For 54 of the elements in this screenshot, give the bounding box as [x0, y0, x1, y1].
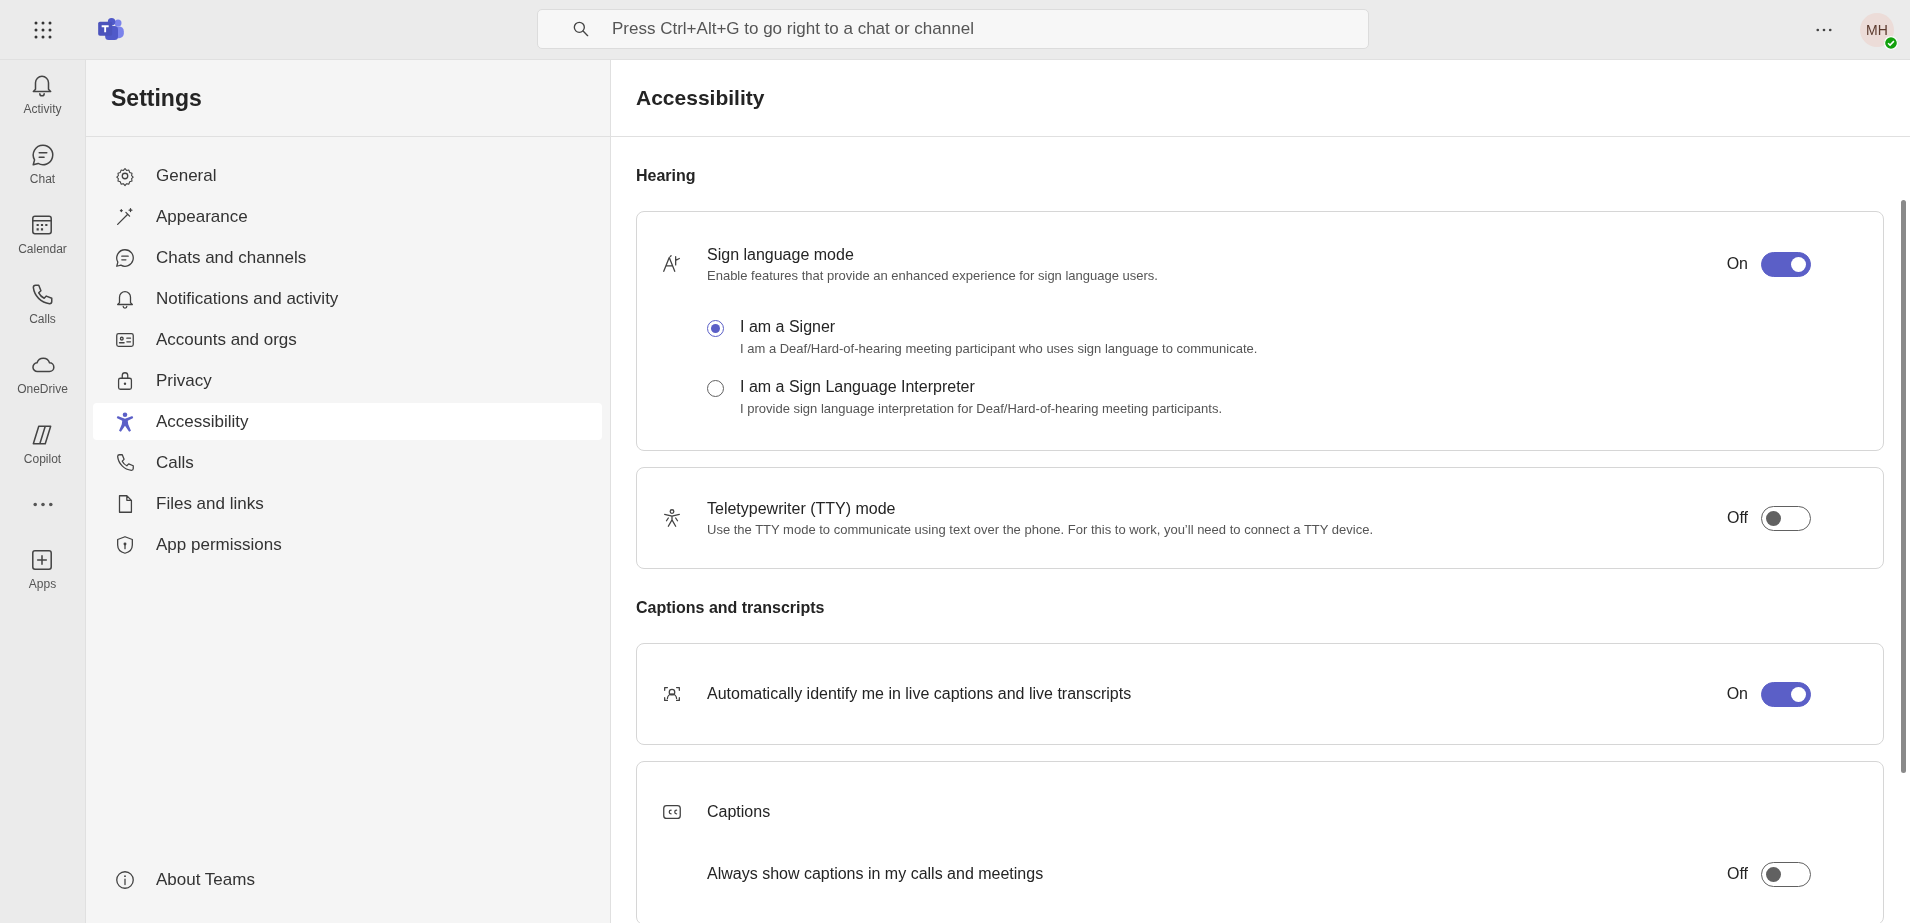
search-field[interactable]: Press Ctrl+Alt+G to go right to a chat or channel: [537, 9, 1369, 49]
info-icon: [114, 868, 136, 891]
settings-nav-item[interactable]: Chats and channels: [93, 239, 602, 276]
settings-nav-item[interactable]: Files and links: [93, 485, 602, 522]
setting-title: Automatically identify me in live captions and live transcripts: [707, 685, 1133, 703]
rail-icon[interactable]: [29, 142, 56, 168]
toggle-state-label: On: [1726, 685, 1748, 703]
nav-icon: [114, 533, 136, 556]
settings-nav-item[interactable]: Accounts and orgs: [93, 321, 602, 358]
settings-title: Settings: [86, 60, 610, 137]
settings-nav-item[interactable]: General: [93, 157, 602, 194]
toggle-switch[interactable]: [1761, 681, 1811, 707]
settings-nav-item[interactable]: Accessibility: [93, 403, 602, 440]
rail-label[interactable]: Activity: [23, 102, 62, 116]
setting-title: Sign language mode: [707, 245, 855, 264]
setting-description: Use the TTY mode to communicate using text over the phone. For this to work, you’ll need to connect a TTY device.: [707, 521, 1374, 537]
page-title: Accessibility: [611, 60, 1910, 137]
setting-title: Always show captions in my calls and meetings: [707, 865, 1045, 883]
toggle-switch[interactable]: [1761, 505, 1811, 531]
app-launcher-icon[interactable]: [33, 19, 53, 40]
radio-label[interactable]: I am a Signer: [740, 318, 1883, 336]
more-apps-icon[interactable]: [32, 502, 53, 507]
rail-label[interactable]: Calendar: [18, 242, 67, 256]
toggle-switch[interactable]: [1761, 861, 1811, 887]
toggle-state-label: Off: [1726, 509, 1748, 527]
section-heading: Hearing: [636, 167, 697, 185]
setting-title: Teletypewriter (TTY) mode: [707, 499, 897, 518]
setting-icon: [661, 253, 683, 275]
option-description: I am a Deaf/Hard-of-hearing meeting participant who uses sign language to communicate.: [740, 341, 1259, 356]
nav-icon: [114, 246, 136, 269]
more-options-icon[interactable]: [1816, 27, 1832, 32]
rail-label[interactable]: OneDrive: [17, 382, 68, 396]
settings-nav-item[interactable]: App permissions: [93, 526, 602, 563]
rail-label[interactable]: Chat: [29, 172, 56, 186]
setting-description: Enable features that provide an enhanced experience for sign language users.: [707, 267, 1159, 283]
rail-label[interactable]: Copilot: [23, 452, 62, 466]
nav-icon: [114, 410, 136, 433]
rail-label[interactable]: Apps: [28, 577, 57, 591]
toggle-state-label: On: [1726, 255, 1748, 273]
scrollbar-thumb[interactable]: [1901, 200, 1906, 773]
settings-nav-item[interactable]: Calls: [93, 444, 602, 481]
toggle-state-label: Off: [1726, 865, 1748, 883]
settings-nav-item[interactable]: About Teams: [93, 861, 610, 898]
section-heading: Captions and transcripts: [636, 599, 826, 617]
setting-title: Captions: [707, 803, 772, 821]
setting-icon: [661, 507, 683, 529]
radio-label[interactable]: I am a Sign Language Interpreter: [740, 378, 1883, 396]
rail-label[interactable]: Calls: [29, 312, 56, 326]
settings-nav-item[interactable]: Appearance: [93, 198, 602, 235]
option-description: I provide sign language interpretation for Deaf/Hard-of-hearing meeting participants.: [740, 401, 1223, 416]
toggle-switch[interactable]: [1761, 251, 1811, 277]
settings-nav-item[interactable]: Privacy: [93, 362, 602, 399]
nav-icon: [114, 451, 136, 474]
settings-nav-item[interactable]: Notifications and activity: [93, 280, 602, 317]
